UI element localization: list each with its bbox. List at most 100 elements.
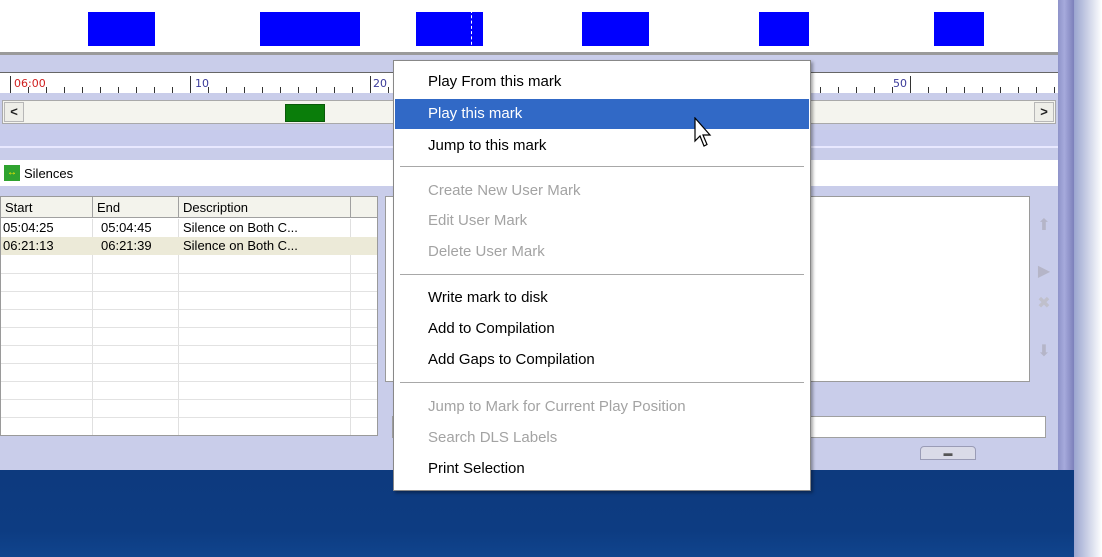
ruler-tick [982, 87, 983, 93]
play-icon[interactable]: ▶ [1036, 264, 1052, 280]
play-position-line [471, 10, 472, 50]
ruler-tick [244, 87, 245, 93]
grid-line [1, 417, 377, 418]
grid-line [1, 381, 377, 382]
column-header-start[interactable]: Start [1, 197, 93, 218]
menu-item-jump-to-current-mark: Jump to Mark for Current Play Position [428, 398, 686, 415]
ruler-tick [334, 87, 335, 93]
cell-end: 06:21:39 [101, 238, 152, 253]
ruler-tick [856, 87, 857, 93]
menu-separator [400, 382, 804, 384]
ruler-tick [10, 76, 11, 93]
ruler-tick [298, 87, 299, 93]
ruler-tick [1000, 87, 1001, 93]
cell-description: Silence on Both C... [183, 238, 298, 253]
silences-title: Silences [24, 166, 74, 181]
delete-icon[interactable]: ✖ [1036, 296, 1052, 312]
ruler-tick [1018, 87, 1019, 93]
ruler-tick [1036, 87, 1037, 93]
ruler-tick [946, 87, 947, 93]
grid-line [1, 291, 377, 292]
ruler-tick [100, 87, 101, 93]
mark-block[interactable] [759, 12, 809, 46]
column-header-description[interactable]: Description [179, 197, 351, 218]
ruler-tick [1054, 87, 1055, 93]
ruler-tick [370, 76, 371, 93]
ruler-tick [928, 87, 929, 93]
ruler-tick [874, 87, 875, 93]
mark-block[interactable] [582, 12, 649, 46]
silences-table[interactable]: Start End Description 05:04:25 05:04:45 … [0, 196, 378, 436]
mark-block[interactable] [260, 12, 360, 46]
ruler-tick [46, 87, 47, 93]
ruler-tick [154, 87, 155, 93]
menu-item-edit-user-mark: Edit User Mark [428, 212, 528, 229]
collapse-panel-button[interactable]: ▬ [920, 446, 976, 460]
mark-block[interactable] [416, 12, 483, 46]
ruler-tick [280, 87, 281, 93]
cell-end: 05:04:45 [101, 220, 152, 235]
ruler-tick [316, 87, 317, 93]
scroll-thumb[interactable] [285, 104, 325, 122]
window-edge [1058, 0, 1074, 470]
scroll-left-button[interactable]: < [4, 102, 24, 122]
menu-item-add-to-compilation[interactable]: Add to Compilation [395, 314, 809, 344]
grid-line [1, 363, 377, 364]
grid-line [1, 399, 377, 400]
marks-track[interactable] [0, 0, 1058, 52]
ruler-tick [262, 87, 263, 93]
column-header-end[interactable]: End [93, 197, 179, 218]
ruler-tick [226, 87, 227, 93]
move-up-icon[interactable]: ⬆ [1036, 218, 1052, 234]
menu-item-write-mark-to-disk[interactable]: Write mark to disk [395, 283, 809, 313]
grid-line [1, 345, 377, 346]
ruler-tick [172, 87, 173, 93]
window-shadow [1074, 0, 1102, 557]
ruler-tick [910, 76, 911, 93]
grid-line [1, 327, 377, 328]
menu-separator [400, 274, 804, 276]
menu-item-add-gaps-to-compilation[interactable]: Add Gaps to Compilation [395, 345, 809, 375]
ruler-tick [352, 87, 353, 93]
ruler-label: 06:00 [14, 77, 46, 90]
scroll-right-button[interactable]: > [1034, 102, 1054, 122]
column-header-extra [351, 197, 377, 218]
mark-block[interactable] [88, 12, 155, 46]
ruler-tick [964, 87, 965, 93]
cell-description: Silence on Both C... [183, 220, 298, 235]
ruler-tick [388, 87, 389, 93]
ruler-label: 50 [893, 77, 907, 90]
ruler-label: 20 [373, 77, 387, 90]
menu-separator [400, 166, 804, 168]
ruler-tick [64, 87, 65, 93]
ruler-tick [838, 87, 839, 93]
menu-item-play-from-mark[interactable]: Play From this mark [395, 67, 809, 97]
grid-line [1, 273, 377, 274]
table-row[interactable]: 06:21:13 06:21:39 Silence on Both C... [1, 237, 377, 255]
ruler-tick [208, 87, 209, 93]
silence-icon: ↔ [4, 165, 20, 181]
ruler-tick [820, 87, 821, 93]
grid-line [1, 309, 377, 310]
context-menu[interactable]: Play From this mark Play this mark Jump … [393, 60, 811, 491]
ruler-tick [136, 87, 137, 93]
cell-start: 06:21:13 [3, 238, 54, 253]
ruler-tick [892, 87, 893, 93]
ruler-label: 10 [195, 77, 209, 90]
ruler-tick [190, 76, 191, 93]
menu-item-play-this-mark[interactable]: Play this mark [395, 99, 809, 129]
menu-item-print-selection[interactable]: Print Selection [395, 454, 809, 484]
table-row[interactable]: 05:04:25 05:04:45 Silence on Both C... [1, 219, 377, 237]
ruler-tick [82, 87, 83, 93]
cell-start: 05:04:25 [3, 220, 54, 235]
ruler-tick [28, 87, 29, 93]
menu-item-delete-user-mark: Delete User Mark [428, 243, 545, 260]
move-down-icon[interactable]: ⬇ [1036, 344, 1052, 360]
menu-item-search-dls-labels: Search DLS Labels [428, 429, 558, 446]
track-divider [0, 52, 1058, 55]
menu-item-create-user-mark: Create New User Mark [428, 182, 581, 199]
menu-item-jump-to-mark[interactable]: Jump to this mark [395, 131, 809, 161]
mouse-cursor-icon [694, 117, 712, 147]
ruler-tick [118, 87, 119, 93]
mark-block[interactable] [934, 12, 984, 46]
